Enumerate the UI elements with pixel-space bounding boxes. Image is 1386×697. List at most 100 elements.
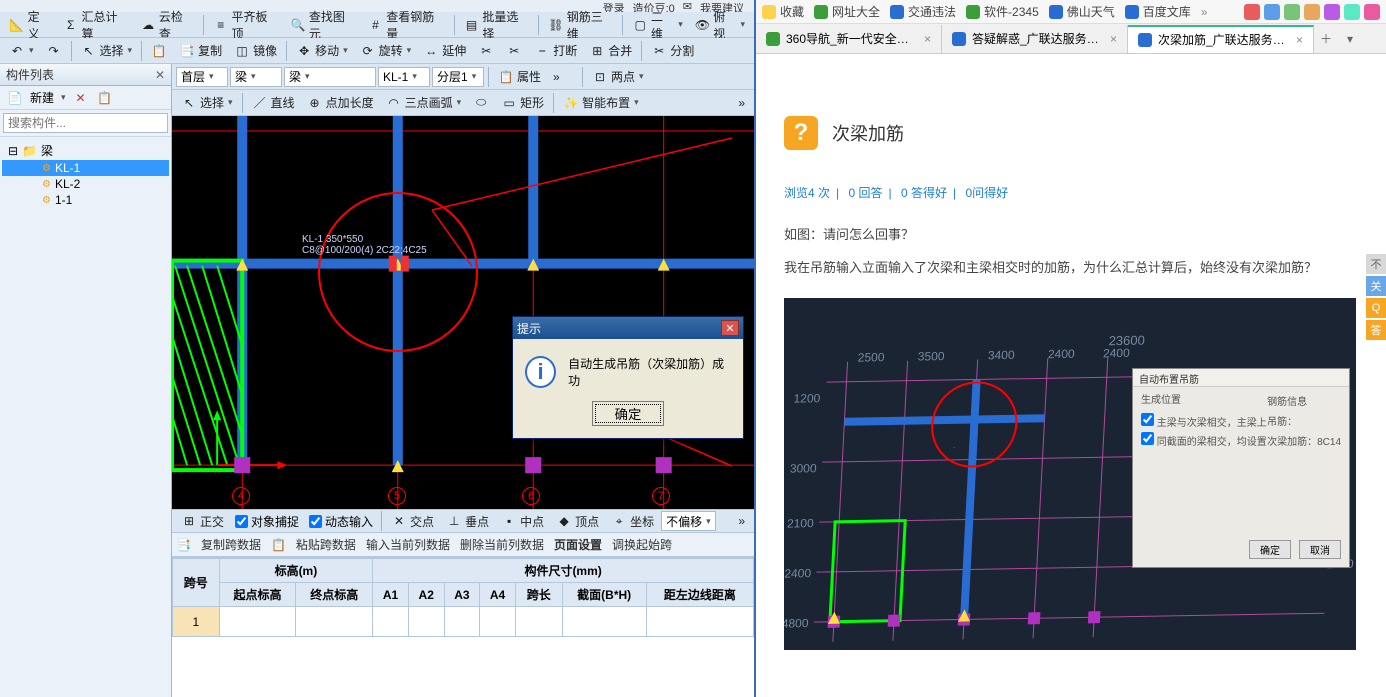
tree-item-kl2[interactable]: ⚙KL-2 xyxy=(2,176,169,192)
ellipse-tool[interactable]: ⬭ xyxy=(468,92,494,114)
tab-swap-start[interactable]: 调换起始跨 xyxy=(612,536,672,553)
cell[interactable] xyxy=(373,607,409,637)
tree-item-kl1[interactable]: ⚙KL-1 xyxy=(2,160,169,176)
search-input[interactable] xyxy=(3,113,168,133)
ortho-button[interactable]: ⊞正交 xyxy=(176,510,229,533)
intersect-snap[interactable]: ✕交点 xyxy=(386,510,439,533)
col-section[interactable]: 截面(B*H) xyxy=(562,583,646,607)
cell[interactable] xyxy=(562,607,646,637)
redo-button[interactable]: ↷ xyxy=(41,40,67,62)
cell[interactable] xyxy=(480,607,516,637)
select-button[interactable]: ↖选择▾ xyxy=(76,39,138,62)
floor-combo[interactable]: 首层▾ xyxy=(176,67,228,87)
type-combo[interactable]: 梁▾ xyxy=(284,67,376,87)
ext-icon[interactable] xyxy=(1264,4,1280,20)
chk-main-sub[interactable] xyxy=(1141,413,1154,426)
drawing-canvas[interactable]: KL-1 350*550 C8@100/200(4) 2C22;4C25 提示 … xyxy=(172,116,754,509)
trim2-button[interactable]: ✂ xyxy=(501,40,527,62)
point-length-tool[interactable]: ⊕点加长度 xyxy=(302,91,379,114)
component-combo[interactable]: KL-1▾ xyxy=(378,67,430,87)
split-button[interactable]: ✂分割 xyxy=(646,39,699,62)
col-start-elev[interactable]: 起点标高 xyxy=(219,583,296,607)
tab-input-col[interactable]: 输入当前列数据 xyxy=(366,536,450,553)
cell[interactable] xyxy=(219,607,296,637)
select-tool[interactable]: ↖选择▾ xyxy=(176,91,238,114)
merge-button[interactable]: ⊞合并 xyxy=(584,39,637,62)
coord-snap[interactable]: ⌖坐标 xyxy=(606,510,659,533)
ext-icon[interactable] xyxy=(1344,4,1360,20)
new-button[interactable]: 📄 xyxy=(6,89,24,107)
copy-button[interactable]: 📋 xyxy=(96,89,114,107)
arc-tool[interactable]: ◠三点画弧▾ xyxy=(381,91,467,114)
row-number[interactable]: 1 xyxy=(173,607,220,637)
span-data-grid[interactable]: 跨号 标高(m) 构件尺寸(mm) 起点标高 终点标高 A1 A2 A3 A4 … xyxy=(172,557,754,697)
col-a4[interactable]: A4 xyxy=(480,583,516,607)
close-icon[interactable]: ✕ xyxy=(721,320,739,336)
perp-snap[interactable]: ⊥垂点 xyxy=(441,510,494,533)
break-button[interactable]: ⎯打断 xyxy=(529,39,582,62)
extend-button[interactable]: ↔延伸 xyxy=(418,39,471,62)
col-span-num[interactable]: 跨号 xyxy=(173,559,220,607)
tab-copy-span[interactable]: 复制跨数据 xyxy=(201,536,261,553)
close-tab-icon[interactable]: × xyxy=(1296,33,1303,47)
osnap-check[interactable]: 对象捕捉 xyxy=(231,513,303,530)
ext-icon[interactable] xyxy=(1304,4,1320,20)
browser-tab-qa[interactable]: 答疑解惑_广联达服务新…× xyxy=(942,25,1128,53)
float-btn-no[interactable]: 不 xyxy=(1366,254,1386,274)
cell[interactable] xyxy=(646,607,753,637)
add-tab-button[interactable]: ＋ xyxy=(1314,30,1338,47)
mid-snap[interactable]: ▪中点 xyxy=(496,510,549,533)
qa-page[interactable]: ? 次梁加筋 浏览4 次| 0 回答| 0 答得好| 0问得好 如图：请问怎么回… xyxy=(756,54,1386,697)
cell[interactable] xyxy=(444,607,480,637)
new-label[interactable]: 新建 xyxy=(30,89,54,106)
float-btn-q[interactable]: Q xyxy=(1366,298,1386,318)
bookmark-traffic[interactable]: 交通违法 xyxy=(890,3,956,20)
good-answers-stat[interactable]: 0 答得好 xyxy=(901,186,947,200)
delete-button[interactable]: ✕ xyxy=(72,89,90,107)
vertex-snap[interactable]: ◆顶点 xyxy=(551,510,604,533)
trim-button[interactable]: ✂ xyxy=(473,40,499,62)
answers-stat[interactable]: 0 回答 xyxy=(848,186,882,200)
overflow-button[interactable]: » xyxy=(733,93,750,113)
rect-tool[interactable]: ▭矩形 xyxy=(496,91,549,114)
close-tab-icon[interactable]: × xyxy=(924,32,931,46)
line-tool[interactable]: ／直线 xyxy=(247,91,300,114)
bookmark-wenku[interactable]: 百度文库 xyxy=(1125,3,1191,20)
bookmark-sites[interactable]: 网址大全 xyxy=(814,3,880,20)
col-end-elev[interactable]: 终点标高 xyxy=(296,583,373,607)
layer-combo[interactable]: 分层1▾ xyxy=(432,67,484,87)
float-btn-a[interactable]: 答 xyxy=(1366,320,1386,340)
ext-icon[interactable] xyxy=(1324,4,1340,20)
rotate-button[interactable]: ⟳旋转▾ xyxy=(355,39,417,62)
browser-tab-current[interactable]: 次梁加筋_广联达服务新…× xyxy=(1128,25,1314,53)
mirror-button[interactable]: ◫镜像 xyxy=(229,39,282,62)
ext-icon[interactable] xyxy=(1364,4,1380,20)
twopoint-button[interactable]: ⊡两点▾ xyxy=(587,65,649,88)
category-combo[interactable]: 梁▾ xyxy=(230,67,282,87)
paste-button[interactable]: 📋 xyxy=(146,40,172,62)
tab-page-setup[interactable]: 页面设置 xyxy=(554,536,602,553)
chk-same-section[interactable] xyxy=(1141,432,1154,445)
col-span-len[interactable]: 跨长 xyxy=(515,583,562,607)
ext-icon[interactable] xyxy=(1244,4,1260,20)
cell[interactable] xyxy=(515,607,562,637)
bookmark-weather[interactable]: 佛山天气 xyxy=(1049,3,1115,20)
tree-item-1-1[interactable]: ⚙1-1 xyxy=(2,192,169,208)
embed-cancel-button[interactable]: 取消 xyxy=(1299,540,1341,559)
tab-paste-span[interactable]: 粘贴跨数据 xyxy=(296,536,356,553)
dialog-titlebar[interactable]: 提示 ✕ xyxy=(513,317,743,339)
cell[interactable] xyxy=(408,607,444,637)
float-btn-close[interactable]: 关 xyxy=(1366,276,1386,296)
tab-delete-col[interactable]: 删除当前列数据 xyxy=(460,536,544,553)
sidebar-close-icon[interactable]: ✕ xyxy=(155,68,165,82)
ok-button[interactable]: 确定 xyxy=(592,401,665,426)
misc-button[interactable]: » xyxy=(548,67,578,87)
move-button[interactable]: ✥移动▾ xyxy=(291,39,353,62)
ext-icon[interactable] xyxy=(1284,4,1300,20)
bookmark-2345[interactable]: 软件-2345 xyxy=(966,3,1039,20)
offset-combo[interactable]: 不偏移▾ xyxy=(661,511,716,531)
undo-button[interactable]: ↶▾ xyxy=(4,40,39,62)
browser-tab-360[interactable]: 360导航_新一代安全上网…× xyxy=(756,25,942,53)
bookmark-fav[interactable]: 收藏 xyxy=(762,3,804,20)
copy-button[interactable]: 📑复制 xyxy=(174,39,227,62)
